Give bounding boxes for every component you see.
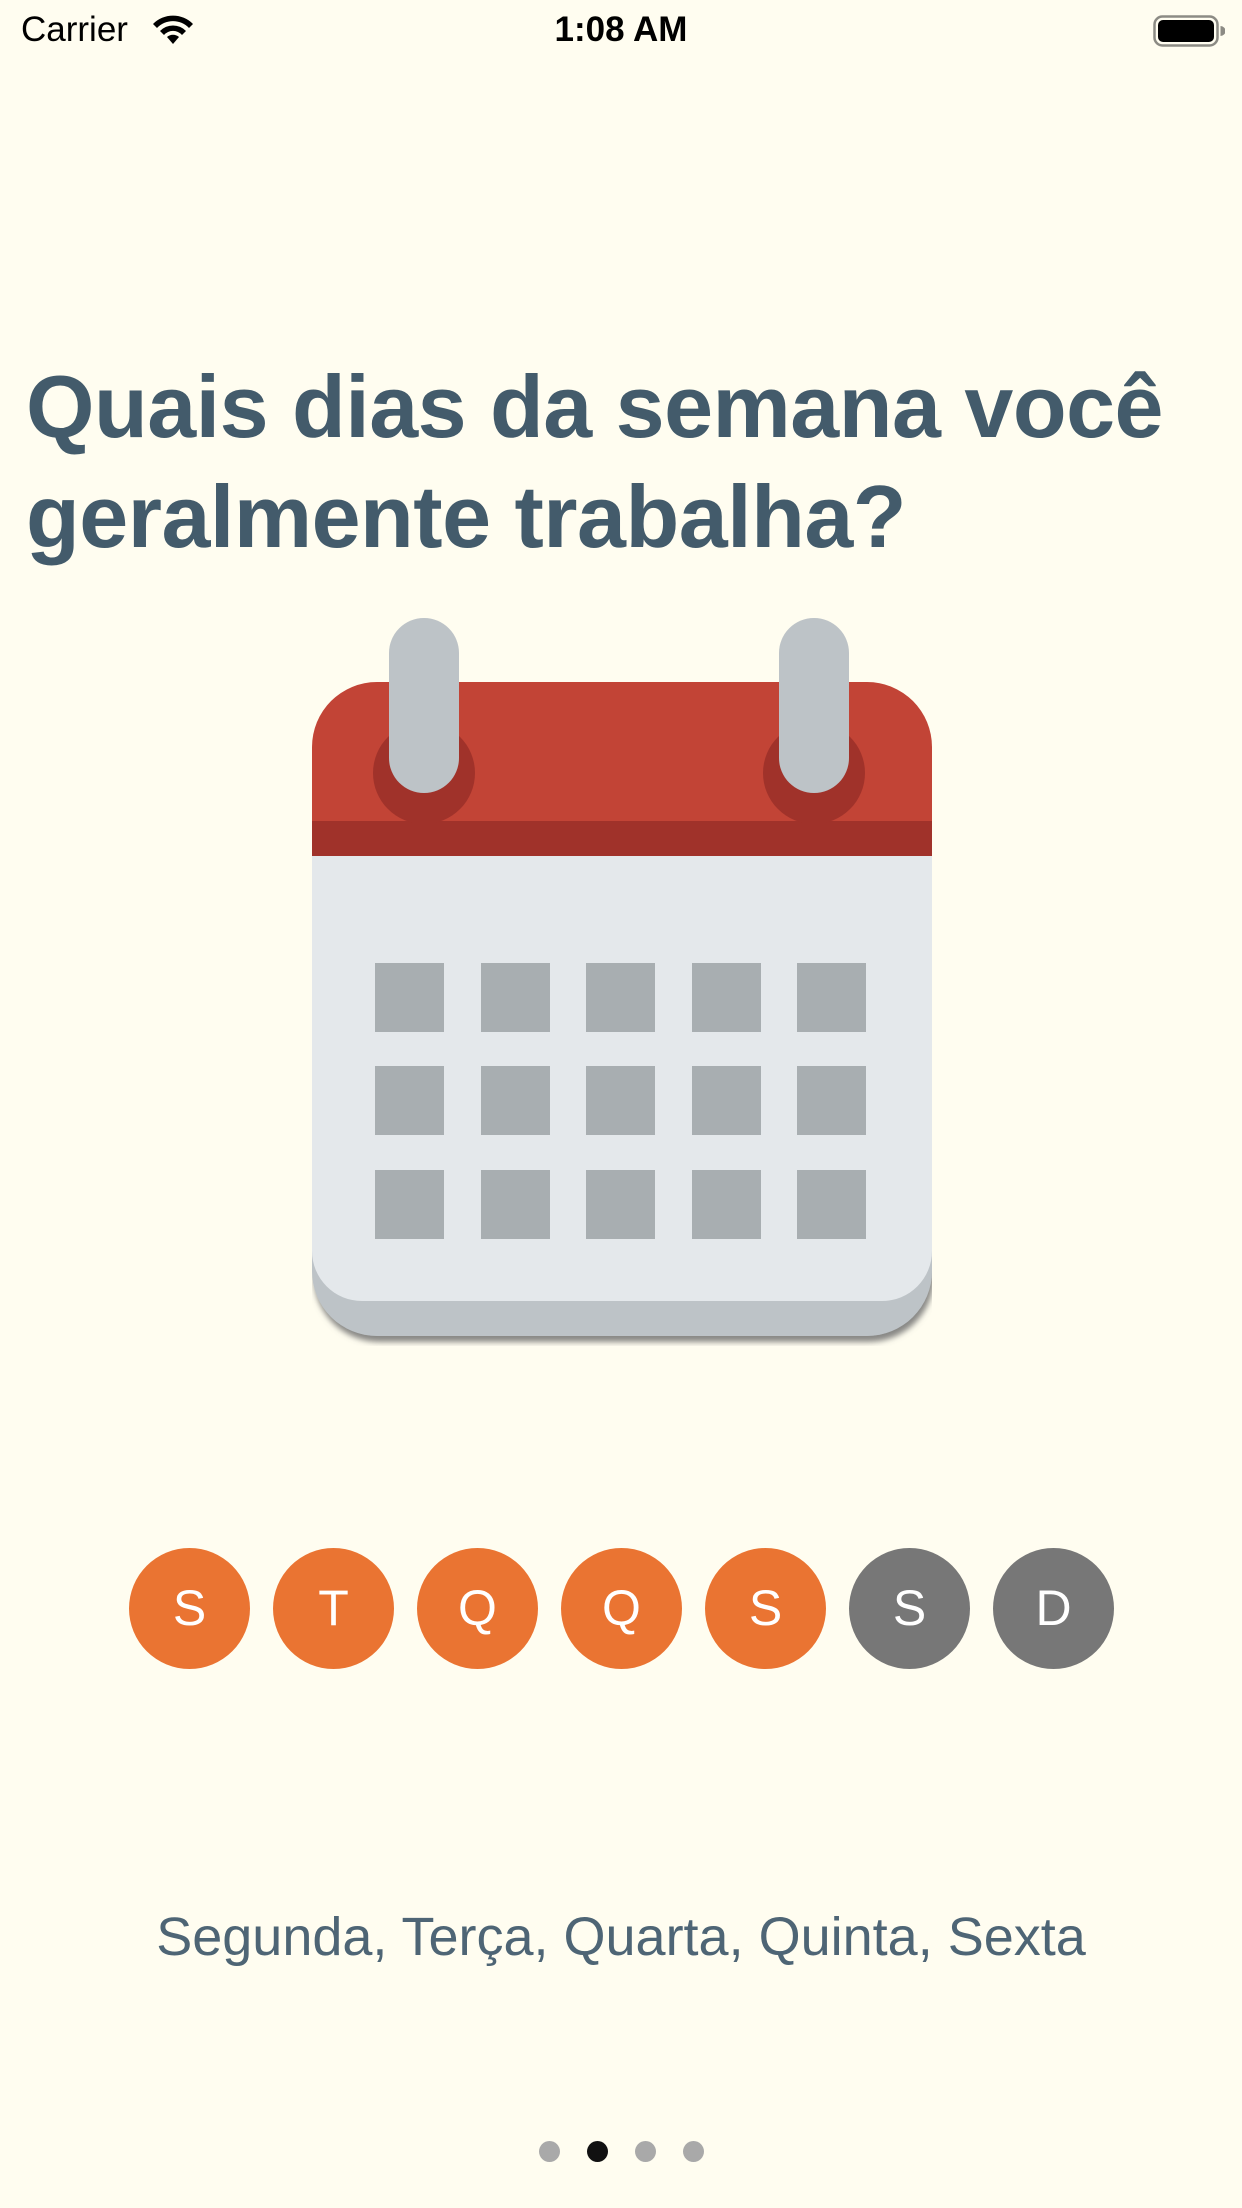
day-toggle-saturday[interactable]: S	[849, 1548, 970, 1669]
day-toggle-monday[interactable]: S	[129, 1548, 250, 1669]
battery-icon	[1153, 15, 1225, 47]
selected-days-summary: Segunda, Terça, Quarta, Quinta, Sexta	[156, 1907, 1086, 1967]
status-time: 1:08 AM	[554, 10, 688, 49]
page-indicator[interactable]	[0, 2141, 1242, 2163]
page-title: Quais dias da semana você geralmente tra…	[26, 357, 1163, 566]
page-dot[interactable]	[539, 2141, 560, 2162]
status-bar: Carrier 1:08 AM	[0, 0, 1242, 60]
page-dot[interactable]	[635, 2141, 656, 2162]
day-toggle-sunday[interactable]: D	[993, 1548, 1114, 1669]
day-toggle-wednesday[interactable]: Q	[417, 1548, 538, 1669]
ring-left	[389, 618, 459, 793]
ring-right	[779, 618, 849, 793]
day-toggle-tuesday[interactable]: T	[273, 1548, 394, 1669]
calendar-icon	[312, 618, 932, 1336]
page-dot[interactable]	[683, 2141, 704, 2162]
day-toggle-thursday[interactable]: Q	[561, 1548, 682, 1669]
weekday-selector: S T Q Q S S D	[129, 1548, 1115, 1670]
calendar-header-band	[312, 821, 932, 856]
page-dot[interactable]	[587, 2141, 608, 2162]
day-toggle-friday[interactable]: S	[705, 1548, 826, 1669]
